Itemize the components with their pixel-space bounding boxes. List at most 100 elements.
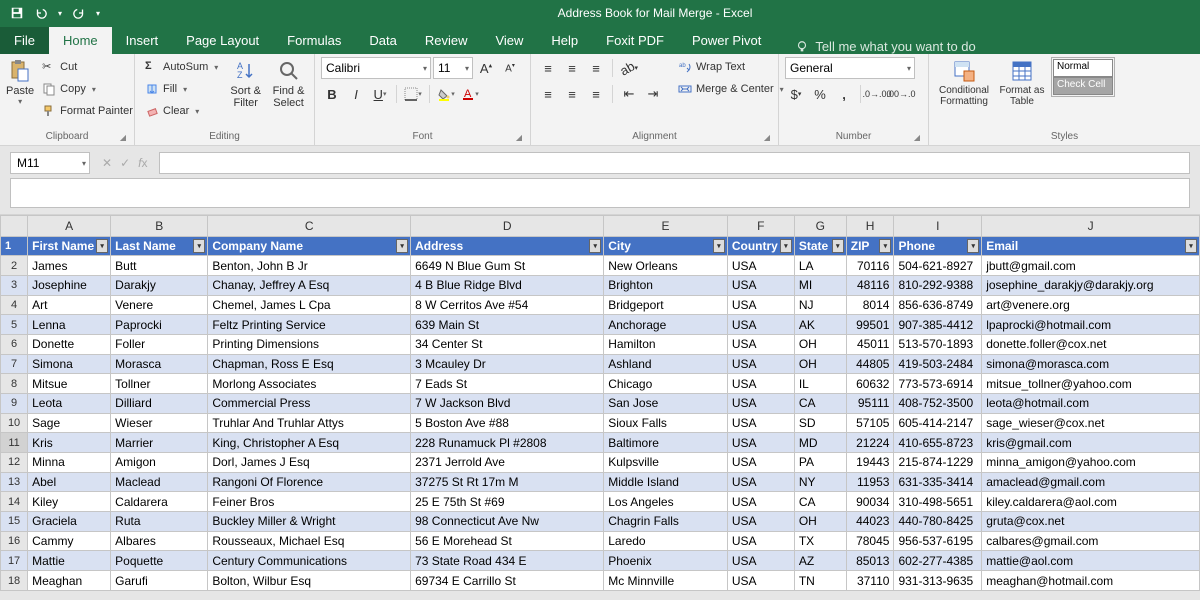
launcher-icon[interactable]: ◢ xyxy=(516,133,522,142)
fill-button[interactable]: Fill▾ xyxy=(141,79,222,99)
font-name-combo[interactable]: Calibri▾ xyxy=(321,57,431,79)
cell[interactable]: Butt xyxy=(111,256,208,276)
cell[interactable]: 631-335-3414 xyxy=(894,472,982,492)
row-header-4[interactable]: 4 xyxy=(1,295,28,315)
table-header-cell[interactable]: Last Name▾ xyxy=(111,236,208,256)
number-format-combo[interactable]: General▾ xyxy=(785,57,915,79)
cell[interactable]: 215-874-1229 xyxy=(894,453,982,473)
cell[interactable]: Feltz Printing Service xyxy=(208,315,411,335)
cell[interactable]: 419-503-2484 xyxy=(894,354,982,374)
cell[interactable]: 45011 xyxy=(846,335,894,355)
font-size-combo[interactable]: 11▾ xyxy=(433,57,473,79)
style-check-cell[interactable]: Check Cell xyxy=(1053,77,1113,95)
increase-indent-button[interactable]: ⇥ xyxy=(642,83,664,105)
cell[interactable]: King, Christopher A Esq xyxy=(208,433,411,453)
filter-dropdown-icon[interactable]: ▾ xyxy=(193,239,205,253)
cell[interactable]: LA xyxy=(794,256,846,276)
enter-icon[interactable]: ✓ xyxy=(120,156,130,170)
cell[interactable]: 19443 xyxy=(846,453,894,473)
cell[interactable]: 931-313-9635 xyxy=(894,571,982,591)
cell[interactable]: USA xyxy=(727,413,794,433)
cell[interactable]: Art xyxy=(28,295,111,315)
cell[interactable]: USA xyxy=(727,295,794,315)
launcher-icon[interactable]: ◢ xyxy=(120,133,126,142)
cell[interactable]: Brighton xyxy=(604,276,728,296)
cell[interactable]: Buckley Miller & Wright xyxy=(208,512,411,532)
format-painter-button[interactable]: Format Painter xyxy=(38,101,137,121)
row-header-8[interactable]: 8 xyxy=(1,374,28,394)
cell[interactable]: Leota xyxy=(28,394,111,414)
cell[interactable]: USA xyxy=(727,256,794,276)
cell[interactable]: 99501 xyxy=(846,315,894,335)
cell[interactable]: 44805 xyxy=(846,354,894,374)
tab-foxit[interactable]: Foxit PDF xyxy=(592,27,678,54)
cell[interactable]: 25 E 75th St #69 xyxy=(411,492,604,512)
cell[interactable]: meaghan@hotmail.com xyxy=(982,571,1200,591)
cell[interactable]: 956-537-6195 xyxy=(894,531,982,551)
row-header-9[interactable]: 9 xyxy=(1,394,28,414)
cell[interactable]: 95111 xyxy=(846,394,894,414)
cell[interactable]: 602-277-4385 xyxy=(894,551,982,571)
col-header-G[interactable]: G xyxy=(794,216,846,237)
cell[interactable]: Foller xyxy=(111,335,208,355)
cell[interactable]: lpaprocki@hotmail.com xyxy=(982,315,1200,335)
row-header-12[interactable]: 12 xyxy=(1,453,28,473)
cell[interactable]: Benton, John B Jr xyxy=(208,256,411,276)
cell[interactable]: Mitsue xyxy=(28,374,111,394)
row-header-10[interactable]: 10 xyxy=(1,413,28,433)
filter-dropdown-icon[interactable]: ▾ xyxy=(713,239,725,253)
tab-page-layout[interactable]: Page Layout xyxy=(172,27,273,54)
select-all-corner[interactable] xyxy=(1,216,28,237)
filter-dropdown-icon[interactable]: ▾ xyxy=(96,239,108,253)
cell[interactable]: Minna xyxy=(28,453,111,473)
cell[interactable]: Kiley xyxy=(28,492,111,512)
cell[interactable]: Sage xyxy=(28,413,111,433)
cell[interactable]: OH xyxy=(794,335,846,355)
cell[interactable]: 69734 E Carrillo St xyxy=(411,571,604,591)
cell[interactable]: Century Communications xyxy=(208,551,411,571)
cell[interactable]: USA xyxy=(727,512,794,532)
cell[interactable]: 8014 xyxy=(846,295,894,315)
cell[interactable]: USA xyxy=(727,394,794,414)
clear-button[interactable]: Clear▾ xyxy=(141,101,222,121)
cell[interactable]: donette.foller@cox.net xyxy=(982,335,1200,355)
cell[interactable]: 44023 xyxy=(846,512,894,532)
cell[interactable]: 639 Main St xyxy=(411,315,604,335)
cell[interactable]: Rousseaux, Michael Esq xyxy=(208,531,411,551)
cell[interactable]: Tollner xyxy=(111,374,208,394)
align-right-button[interactable]: ≡ xyxy=(585,83,607,105)
row-header-6[interactable]: 6 xyxy=(1,335,28,355)
table-header-cell[interactable]: Company Name▾ xyxy=(208,236,411,256)
cell[interactable]: Venere xyxy=(111,295,208,315)
cell[interactable]: Lenna xyxy=(28,315,111,335)
table-header-cell[interactable]: First Name▾ xyxy=(28,236,111,256)
increase-decimal-button[interactable]: .0→.00 xyxy=(866,83,888,105)
cell[interactable]: mattie@aol.com xyxy=(982,551,1200,571)
row-header-3[interactable]: 3 xyxy=(1,276,28,296)
redo-icon[interactable] xyxy=(72,6,86,20)
cell[interactable]: Mc Minnville xyxy=(604,571,728,591)
cell[interactable]: Phoenix xyxy=(604,551,728,571)
cell[interactable]: MD xyxy=(794,433,846,453)
comma-button[interactable]: , xyxy=(833,83,855,105)
cell[interactable]: Sioux Falls xyxy=(604,413,728,433)
cell[interactable]: 228 Runamuck Pl #2808 xyxy=(411,433,604,453)
cell[interactable]: Paprocki xyxy=(111,315,208,335)
align-middle-button[interactable]: ≡ xyxy=(561,57,583,79)
col-header-C[interactable]: C xyxy=(208,216,411,237)
cell[interactable]: USA xyxy=(727,433,794,453)
table-header-cell[interactable]: State▾ xyxy=(794,236,846,256)
cell[interactable]: 3 Mcauley Dr xyxy=(411,354,604,374)
row-header-5[interactable]: 5 xyxy=(1,315,28,335)
cell[interactable]: 4 B Blue Ridge Blvd xyxy=(411,276,604,296)
cell[interactable]: MI xyxy=(794,276,846,296)
launcher-icon[interactable]: ◢ xyxy=(764,133,770,142)
cell[interactable]: USA xyxy=(727,571,794,591)
cell[interactable]: Marrier xyxy=(111,433,208,453)
cell[interactable]: Chagrin Falls xyxy=(604,512,728,532)
cell[interactable]: sage_wieser@cox.net xyxy=(982,413,1200,433)
italic-button[interactable]: I xyxy=(345,83,367,105)
cell[interactable]: Chemel, James L Cpa xyxy=(208,295,411,315)
bold-button[interactable]: B xyxy=(321,83,343,105)
font-color-button[interactable]: A▾ xyxy=(459,83,481,105)
